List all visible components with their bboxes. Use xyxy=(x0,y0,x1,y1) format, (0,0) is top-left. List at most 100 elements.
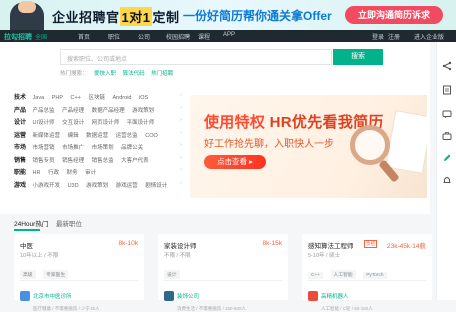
category-sub[interactable]: 产品经理 xyxy=(62,108,84,114)
category-sub[interactable]: COO xyxy=(145,133,158,139)
job-card[interactable]: 中医 8k-10k 10年以上 / 不限 高级 专家医生 北京市中医诊所 医疗健… xyxy=(14,234,144,311)
nav-item-courses[interactable]: 课程 xyxy=(198,32,210,41)
category-name: 游戏 xyxy=(14,182,27,189)
job-list: 中医 8k-10k 10年以上 / 不限 高级 专家医生 北京市中医诊所 医疗健… xyxy=(0,234,432,311)
bell-icon[interactable] xyxy=(442,172,452,183)
category-sub[interactable]: 游戏运营 xyxy=(116,183,138,189)
enterprise-link[interactable]: 进入企业版 xyxy=(414,32,444,41)
ad-view-button[interactable]: 点击查看 ▸ xyxy=(204,155,266,169)
category-sub[interactable]: 销售总监 xyxy=(92,158,114,164)
login-link[interactable]: 登录 xyxy=(372,32,384,41)
category-sub[interactable]: HR xyxy=(33,170,41,176)
category-sub[interactable]: Java xyxy=(33,95,45,101)
category-row[interactable]: 游戏 小游戏开发 U3D 游戏策划 游戏运营 剧情设计 › xyxy=(14,180,182,193)
category-row[interactable]: 市场 市场营销 市场推广 市场策划 品牌公关 › xyxy=(14,142,182,155)
category-row[interactable]: 销售 销售专员 销售经理 销售总监 大客户代表 › xyxy=(14,155,182,168)
play-icon: ▸ xyxy=(249,157,253,166)
job-card[interactable]: 感知算法工程师 急招 23k-45k·14薪 5-10年 / 硕士 C++ 人工… xyxy=(302,234,432,311)
category-sub[interactable]: PHP xyxy=(52,95,63,101)
job-card[interactable]: 家装设计师 8k-15k 不限 / 不限 设计 装饰公司 消费生活 / 不需要融… xyxy=(158,234,288,311)
top-promo-banner[interactable]: 企业招聘官 1对1 定制 一份好简历帮你通关拿Offer 立即沟通简历诉求 xyxy=(0,0,456,30)
category-row[interactable]: 产品 产品总监 产品经理 数据产品经理 游戏策划 › xyxy=(14,105,182,118)
job-title[interactable]: 感知算法工程师 xyxy=(308,240,354,250)
category-name: 销售 xyxy=(14,157,27,164)
category-sub[interactable]: 游戏策划 xyxy=(132,108,154,114)
category-sub[interactable]: 新媒体运营 xyxy=(33,133,61,139)
chevron-right-icon: › xyxy=(180,179,182,186)
category-sub[interactable]: 市场营销 xyxy=(33,145,55,151)
category-sub[interactable]: 运营总监 xyxy=(116,133,138,139)
company-logo xyxy=(164,290,174,301)
category-sub[interactable]: 品牌公关 xyxy=(121,145,143,151)
banner-cta-button[interactable]: 立即沟通简历诉求 xyxy=(345,6,443,24)
company-info[interactable]: 装饰公司 消费生活 / 不需要融资 / 150-500人 xyxy=(164,280,282,312)
ad-view-label: 点击查看 xyxy=(217,157,248,166)
category-sub[interactable]: 数据产品经理 xyxy=(92,108,125,114)
category-sub[interactable]: 审计 xyxy=(85,170,96,176)
nav-item-companies[interactable]: 公司 xyxy=(138,32,150,41)
category-sub[interactable]: 小游戏开发 xyxy=(33,183,61,189)
job-salary: 8k-15k xyxy=(262,240,282,247)
category-sub[interactable]: C++ xyxy=(71,95,81,101)
category-row[interactable]: 设计 UI设计师 交互设计 网页设计师 平面设计师 › xyxy=(14,117,182,130)
category-sub[interactable]: Android xyxy=(113,95,132,101)
category-sub[interactable]: 市场策划 xyxy=(92,145,114,151)
category-name: 职能 xyxy=(14,170,27,176)
search-button[interactable]: 搜索 xyxy=(333,49,383,65)
tab-24hour-hot[interactable]: 24Hour热门 xyxy=(14,218,48,228)
tab-latest-jobs[interactable]: 最新职位 xyxy=(56,218,82,228)
category-row[interactable]: 技术 Java PHP C++ 区块链 Android iOS › xyxy=(14,92,182,105)
category-sub[interactable]: 交互设计 xyxy=(62,120,84,126)
category-sub[interactable]: iOS xyxy=(139,95,148,101)
job-meta: 10年以上 / 不限 xyxy=(20,253,59,259)
company-details: 医疗健康 / 不需要融资 / 少于15人 xyxy=(33,306,100,311)
category-sub[interactable]: 平面设计师 xyxy=(127,120,155,126)
category-sub[interactable]: 销售经理 xyxy=(62,158,84,164)
company-info[interactable]: 北京市中医诊所 医疗健康 / 不需要融资 / 少于15人 xyxy=(20,280,138,312)
nav-item-jobs[interactable]: 职位 xyxy=(108,32,120,41)
job-title[interactable]: 家装设计师 xyxy=(164,240,197,250)
category-row[interactable]: 职能 HR 行政 财务 审计 › xyxy=(14,167,182,180)
top-nav: 拉勾招聘 全国 首页 职位 公司 校园招聘 课程 APP 登录 注册 进入企业版 xyxy=(0,30,456,42)
search-input[interactable]: 搜索职位、公司或地点 xyxy=(60,49,332,65)
category-sub[interactable]: 销售专员 xyxy=(33,158,55,164)
resume-icon[interactable] xyxy=(442,82,452,95)
category-sub[interactable]: 市场推广 xyxy=(62,145,84,151)
hot-keyword[interactable]: 爱快入职 xyxy=(94,71,116,77)
hot-keyword[interactable]: 热门招聘 xyxy=(151,71,173,77)
category-sub[interactable]: 财务 xyxy=(67,170,78,176)
company-name[interactable]: 北京市中医诊所 xyxy=(33,294,72,300)
job-tags: C++ 人工智能 PyTorch xyxy=(308,263,390,281)
category-sub[interactable]: 剧情设计 xyxy=(145,183,167,189)
company-name[interactable]: 装饰公司 xyxy=(177,294,199,300)
job-title[interactable]: 中医 xyxy=(20,240,33,250)
logo[interactable]: 拉勾招聘 xyxy=(4,32,32,42)
category-sub[interactable]: U3D xyxy=(68,183,79,189)
category-row[interactable]: 运营 新媒体运营 编辑 数据运营 运营总监 COO › xyxy=(14,130,182,143)
nav-item-home[interactable]: 首页 xyxy=(78,32,90,41)
briefcase-icon[interactable] xyxy=(442,128,452,140)
category-sub[interactable]: 大客户代表 xyxy=(121,158,149,164)
register-link[interactable]: 注册 xyxy=(388,32,400,41)
city-selector[interactable]: 全国 xyxy=(35,32,47,41)
nav-item-campus[interactable]: 校园招聘 xyxy=(166,32,190,41)
hot-keyword[interactable]: 算法代码 xyxy=(123,71,145,77)
message-icon[interactable] xyxy=(442,106,452,119)
category-sub[interactable]: UI设计师 xyxy=(33,120,55,126)
share-icon[interactable] xyxy=(442,58,452,71)
chevron-right-icon: › xyxy=(180,104,182,111)
category-sub[interactable]: 网页设计师 xyxy=(92,120,120,126)
category-sub[interactable]: 游戏策划 xyxy=(86,183,108,189)
promo-ad-banner[interactable]: 使用特权 HR优先看我简历 好工作抢先聊，入职快人一步 点击查看 ▸ xyxy=(190,95,427,198)
company-info[interactable]: 高精机器人 人工智能 / C轮 / 50-150人 xyxy=(308,280,426,312)
edit-icon[interactable] xyxy=(442,150,452,161)
chevron-right-icon: › xyxy=(180,154,182,161)
nav-item-app[interactable]: APP xyxy=(223,32,235,38)
company-name[interactable]: 高精机器人 xyxy=(321,294,349,300)
category-sub[interactable]: 编辑 xyxy=(68,133,79,139)
category-sub[interactable]: 行政 xyxy=(48,170,59,176)
category-sub[interactable]: 产品总监 xyxy=(33,108,55,114)
company-logo xyxy=(308,290,318,301)
category-sub[interactable]: 数据运营 xyxy=(86,133,108,139)
category-sub[interactable]: 区块链 xyxy=(88,95,105,101)
